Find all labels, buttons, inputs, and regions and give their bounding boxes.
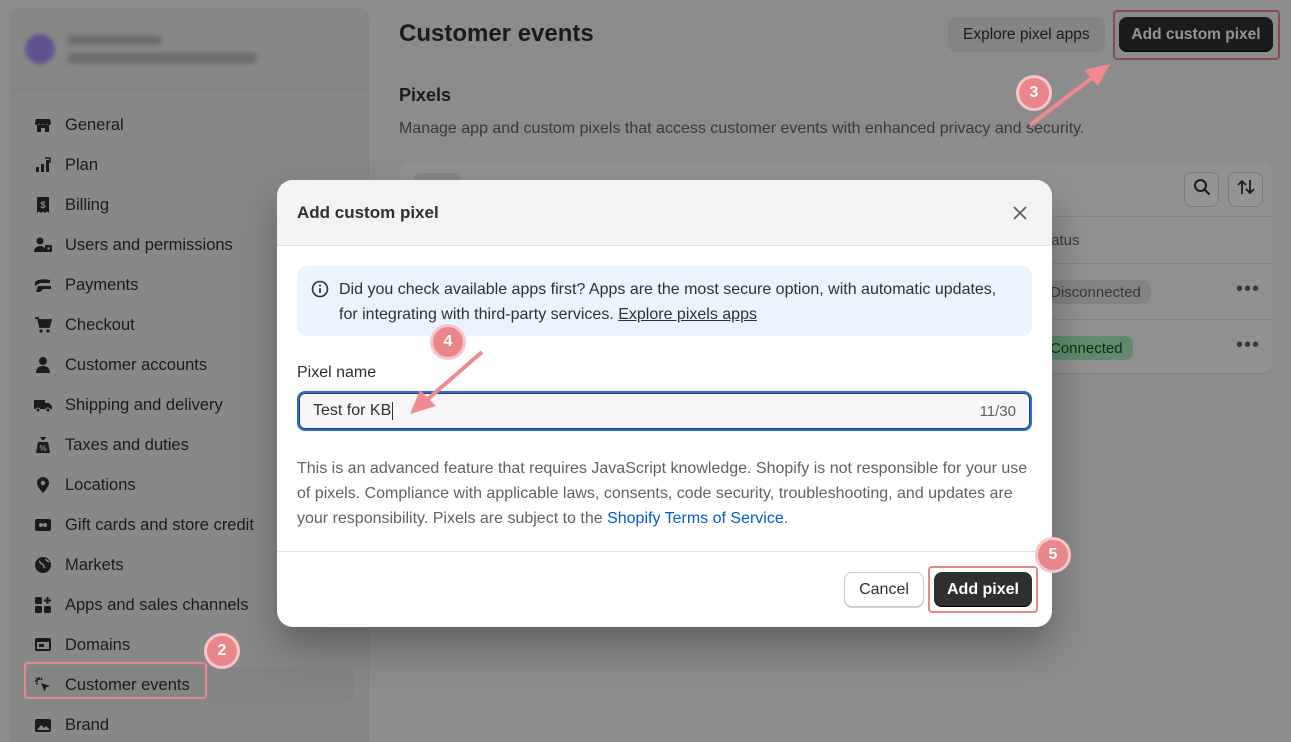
arrow-icon bbox=[410, 350, 484, 414]
annotation-arrows bbox=[410, 64, 1110, 414]
arrow-icon bbox=[1028, 64, 1110, 127]
